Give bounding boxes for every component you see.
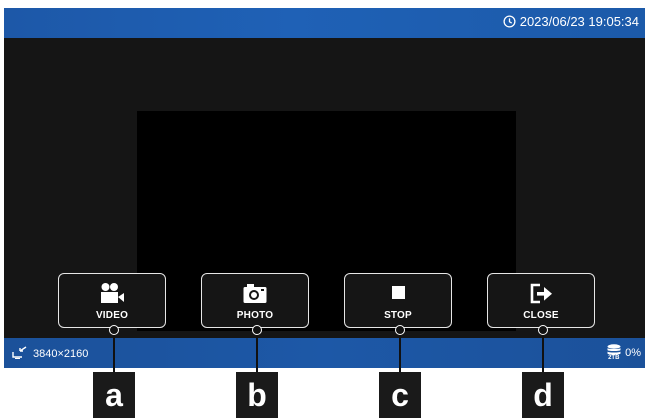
callout-line-b [252,325,262,372]
callout-line-c [395,325,405,372]
video-button-label: VIDEO [95,310,129,321]
callout-label-d: d [522,372,564,418]
stop-button[interactable]: STOP [344,273,452,328]
camera-preview [137,111,516,331]
photo-button-label: PHOTO [236,310,274,321]
storage-capacity-label: 2TB [608,355,620,361]
clock-icon [503,15,516,28]
callout-line-a [109,325,119,372]
resolution-text: 3840×2160 [33,348,89,360]
callout-line-d [538,325,548,372]
date-time-text: 2023/06/23 19:05:34 [519,14,639,29]
camera-icon [202,282,308,304]
stop-icon [345,282,451,304]
callout-label-a: a [93,372,135,418]
storage-usage-text: 0% [625,347,641,359]
stop-button-label: STOP [384,310,412,321]
exit-icon [488,282,594,304]
close-button[interactable]: CLOSE [487,273,595,328]
photo-button[interactable]: PHOTO [201,273,309,328]
resolution-indicator: 3840×2160 [12,346,88,362]
status-bar: 2023/06/23 19:05:34 [4,8,645,38]
storage-icon: 2TB [606,344,622,362]
video-camera-icon [59,282,165,304]
close-button-label: CLOSE [523,310,559,321]
storage-indicator: 2TB 0% [606,344,641,362]
video-button[interactable]: VIDEO [58,273,166,328]
callout-label-c: c [379,372,421,418]
device-screen: 2023/06/23 19:05:34 VIDEO PHOTO STOP CLO… [4,8,645,368]
output-display-icon [12,346,28,362]
date-time: 2023/06/23 19:05:34 [503,14,639,29]
info-bar: 3840×2160 2TB 0% [4,338,645,368]
callout-label-b: b [236,372,278,418]
